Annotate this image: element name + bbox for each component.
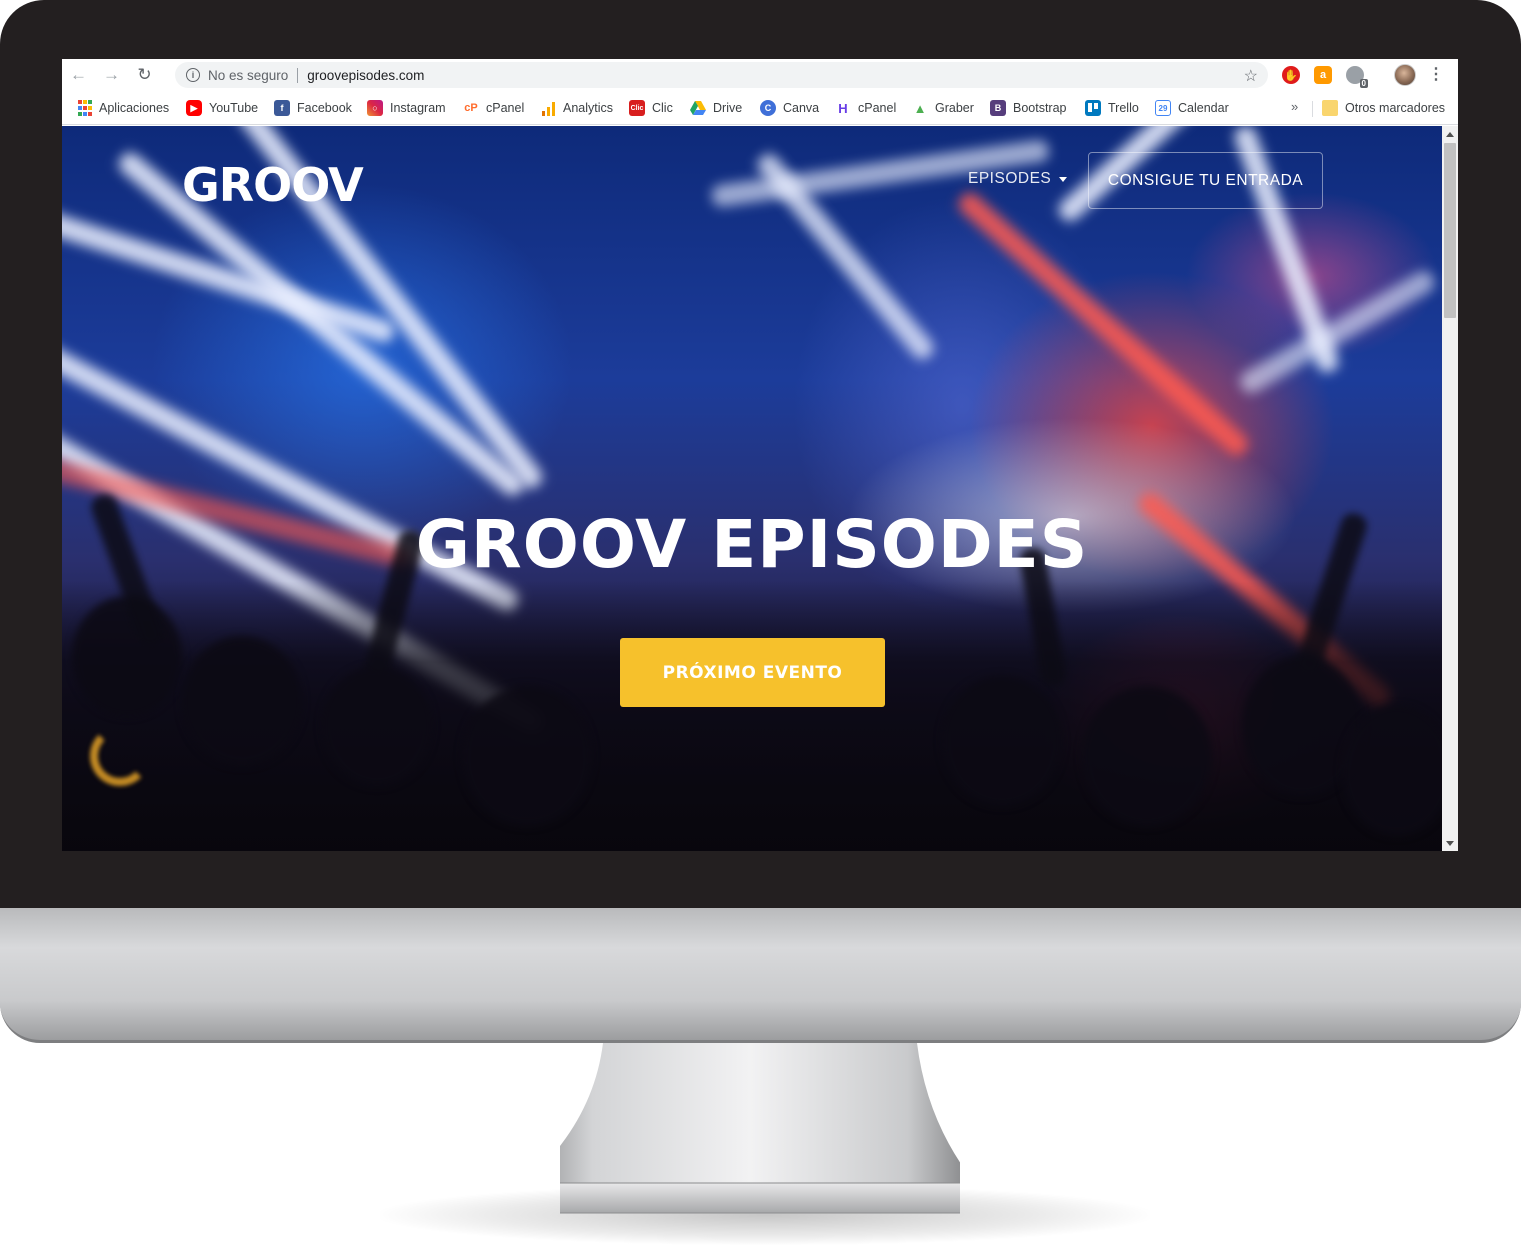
monitor-stand [560,1043,960,1214]
bookmark-label: cPanel [486,101,525,115]
caret-down-icon [1059,176,1068,182]
bookmarks-overflow-button[interactable]: » [1291,99,1298,114]
apps-grid-icon [78,100,92,116]
crowd-head [182,636,302,766]
forward-button[interactable]: → [95,59,128,91]
scroll-up-button[interactable] [1442,126,1458,142]
bookmark-label: Drive [713,101,743,115]
bookmark-label: Calendar [1178,101,1229,115]
crowd-head [1342,706,1442,836]
bootstrap-icon: B [990,100,1006,116]
url-text: groovepisodes.com [307,67,425,83]
bookmark-label: Facebook [297,101,352,115]
bookmark-trello[interactable]: Trello [1085,99,1139,117]
bookmark-calendar[interactable]: 29 Calendar [1155,99,1229,117]
hero-section: GROOV EPISODES CONSIGUE TU ENTRADA GROOV… [62,126,1442,851]
browser-toolbar: ← → ↻ i No es seguro groovepisodes.com ☆… [62,59,1458,91]
vertical-scrollbar[interactable] [1442,126,1458,851]
crowd-head [942,676,1062,806]
bookmark-drive[interactable]: Drive [690,99,742,117]
hero-title: GROOV EPISODES [415,506,1089,583]
cpanel-icon: cP [464,102,478,114]
bookmark-label: Trello [1108,101,1139,115]
bookmark-clic[interactable]: Clic Clic [629,99,673,117]
hostinger-icon: H [838,100,848,116]
crowd-head [1082,686,1212,826]
bookmark-graber[interactable]: ▲ Graber [912,99,974,117]
info-icon[interactable]: i [186,68,200,82]
security-label: No es seguro [208,67,289,83]
address-bar[interactable]: i No es seguro groovepisodes.com ☆ [175,62,1268,88]
next-event-button[interactable]: PRÓXIMO EVENTO [620,638,885,707]
bookmark-cpanel-2[interactable]: H cPanel [835,99,896,117]
scrollbar-thumb[interactable] [1444,143,1456,318]
bookmark-label: Graber [935,101,974,115]
arrow-left-icon: ← [70,65,87,84]
monitor-chin [0,908,1521,1043]
bookmark-star-icon[interactable]: ☆ [1244,66,1258,86]
bookmark-other-folder[interactable]: Otros marcadores [1322,99,1445,117]
glow-ring [90,726,150,786]
nav-episodes-label: EPISODES [968,170,1052,187]
bookmark-label: Analytics [563,101,614,115]
bookmark-label: Clic [652,101,673,115]
avatar[interactable] [1394,64,1416,86]
bookmark-label: Aplicaciones [99,101,170,115]
analytics-icon [540,100,556,116]
calendar-icon: 29 [1155,100,1171,116]
bookmark-label: cPanel [858,101,897,115]
extension-badge: 0 [1359,79,1368,88]
nav-episodes-dropdown[interactable]: EPISODES [968,170,1068,188]
extension-icon[interactable]: 0 [1346,66,1368,88]
crowd-head [322,666,432,786]
trello-icon [1085,100,1101,116]
address-separator [297,67,299,83]
bookmark-bootstrap[interactable]: B Bootstrap [990,99,1067,117]
back-button[interactable]: ← [62,59,95,91]
shopping-icon[interactable]: a [1314,66,1332,84]
page-viewport: GROOV EPISODES CONSIGUE TU ENTRADA GROOV… [62,126,1458,851]
light-beam [954,188,1252,460]
bookmarks-divider [1312,101,1313,117]
bookmarks-bar: Aplicaciones ▶ YouTube f Facebook ○ Inst… [62,91,1458,125]
instagram-icon: ○ [367,100,383,116]
kebab-menu-icon[interactable]: ⋮ [1428,64,1444,86]
bookmark-label: Instagram [390,101,446,115]
light-beam [1236,267,1439,397]
bookmark-label: Canva [783,101,820,115]
drive-icon [690,100,706,116]
bookmark-canva[interactable]: C Canva [760,99,819,117]
browser-window: ← → ↻ i No es seguro groovepisodes.com ☆… [62,59,1458,851]
triangle-down-icon [1446,840,1454,846]
site-logo[interactable]: GROOV [182,158,364,212]
canva-icon: C [760,100,776,116]
scroll-down-button[interactable] [1442,835,1458,851]
reload-icon: ↻ [137,65,152,84]
crowd-head [72,596,182,716]
bookmark-label: YouTube [209,101,259,115]
folder-icon [1322,100,1338,116]
bookmark-label: Otros marcadores [1345,101,1446,115]
bookmark-facebook[interactable]: f Facebook [274,99,352,117]
graber-icon: ▲ [913,100,927,116]
clic-icon: Clic [629,100,645,116]
arrow-right-icon: → [103,65,120,84]
bookmark-apps[interactable]: Aplicaciones [78,99,169,117]
bookmark-analytics[interactable]: Analytics [540,99,613,117]
get-ticket-button[interactable]: CONSIGUE TU ENTRADA [1088,152,1323,209]
crowd-head [462,686,592,826]
adblock-icon[interactable]: ✋ [1282,66,1300,84]
bookmark-instagram[interactable]: ○ Instagram [367,99,446,117]
youtube-icon: ▶ [186,100,202,116]
triangle-up-icon [1446,131,1454,137]
bookmark-cpanel[interactable]: cP cPanel [463,99,524,117]
bookmark-youtube[interactable]: ▶ YouTube [186,99,258,117]
bookmark-label: Bootstrap [1013,101,1067,115]
reload-button[interactable]: ↻ [128,59,161,91]
calendar-day: 29 [1158,103,1168,113]
facebook-icon: f [274,100,290,116]
